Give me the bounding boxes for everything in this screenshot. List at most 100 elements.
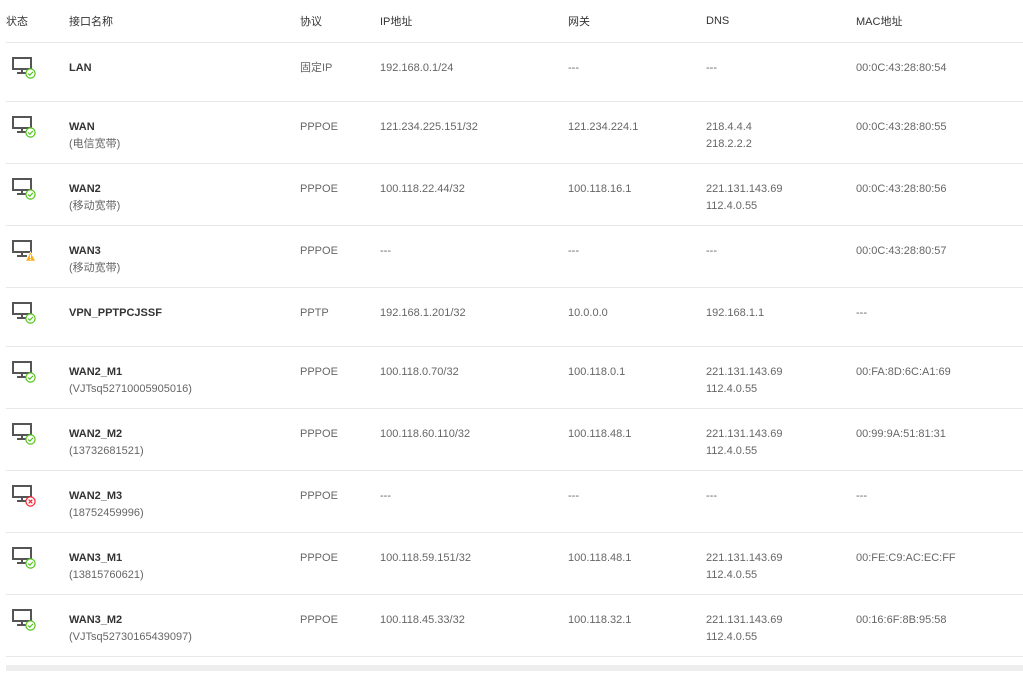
interface-name-cell: WAN2_M2 (13732681521) <box>69 408 300 470</box>
check-circle-icon <box>25 126 36 138</box>
header-name: 接口名称 <box>69 0 300 43</box>
table-row[interactable]: WAN2_M3 (18752459996) PPPOE --- --- --- --- <box>6 470 1023 532</box>
dns-secondary: 112.4.0.55 <box>706 199 758 212</box>
header-gateway: 网关 <box>568 0 706 43</box>
dns-primary: 221.131.143.69 <box>706 427 783 440</box>
interface-name-cell: VPN_PPTPCJSSF <box>69 287 300 346</box>
dns-cell: 221.131.143.69 112.4.0.55 <box>706 532 856 594</box>
status-cell <box>6 101 69 163</box>
gateway-cell: 121.234.224.1 <box>568 120 639 133</box>
interface-subname: (18752459996) <box>69 506 144 519</box>
ip-address-cell: 100.118.45.33/32 <box>380 613 465 626</box>
mac-address-cell: 00:0C:43:28:80:57 <box>856 244 947 257</box>
dns-secondary: 112.4.0.55 <box>706 444 758 457</box>
status-indicator <box>12 484 36 507</box>
table-row[interactable]: WAN2_M1 (VJTsq52710005905016) PPPOE 100.118… <box>6 346 1023 408</box>
protocol-cell: PPPOE <box>300 365 338 378</box>
interface-subname: (13732681521) <box>69 444 144 457</box>
protocol-cell: PPPOE <box>300 427 338 440</box>
dns-cell: 192.168.1.1 <box>706 287 856 346</box>
protocol-cell: 固定IP <box>300 61 333 74</box>
status-indicator <box>12 239 36 262</box>
dns-primary: 221.131.143.69 <box>706 182 783 195</box>
interface-name: WAN2_M1 <box>69 365 123 378</box>
mac-address-cell: 00:FE:C9:AC:EC:FF <box>856 551 956 564</box>
table-row[interactable]: VPN_PPTPCJSSF PPTP 192.168.1.201/32 10.0.0.… <box>6 287 1023 346</box>
table-row[interactable]: LAN 固定IP 192.168.0.1/24 --- --- 00:0C:43:28:8… <box>6 42 1023 101</box>
gateway-cell: 100.118.32.1 <box>568 613 632 626</box>
mac-address-cell: 00:99:9A:51:81:31 <box>856 427 946 440</box>
interface-table-panel: 状态 接口名称 协议 IP地址 网关 DNS MAC地址 LAN 固定IP 192.… <box>6 0 1023 671</box>
dns-secondary: 218.2.2.2 <box>706 137 752 150</box>
ip-address-cell: 100.118.0.70/32 <box>380 365 459 378</box>
status-cell <box>6 163 69 225</box>
check-circle-icon <box>25 433 36 445</box>
dns-cell: --- <box>706 42 856 101</box>
status-cell <box>6 42 69 101</box>
protocol-cell: PPPOE <box>300 613 338 626</box>
interface-subname: (VJTsq52710005905016) <box>69 382 192 395</box>
mac-address-cell: 00:0C:43:28:80:56 <box>856 182 947 195</box>
dns-secondary: 112.4.0.55 <box>706 568 758 581</box>
table-row[interactable]: WAN3_M1 (13815760621) PPPOE 100.118.59.151/… <box>6 532 1023 594</box>
interface-name-cell: WAN2_M3 (18752459996) <box>69 470 300 532</box>
dns-secondary: 112.4.0.55 <box>706 630 758 643</box>
error-circle-icon <box>25 495 36 507</box>
table-row[interactable]: WAN2 (移动宽带) PPPOE 100.118.22.44/32 100.118.1… <box>6 163 1023 225</box>
dns-primary: 221.131.143.69 <box>706 365 783 378</box>
dns-primary: 192.168.1.1 <box>706 306 765 319</box>
gateway-cell: --- <box>568 61 579 74</box>
dns-primary: --- <box>706 61 717 74</box>
table-row[interactable]: WAN2_M2 (13732681521) PPPOE 100.118.60.110/… <box>6 408 1023 470</box>
interface-name: WAN3_M1 <box>69 551 123 564</box>
table-row[interactable]: WAN3 (移动宽带) PPPOE --- --- --- 00:0C:43:28:80:5… <box>6 225 1023 287</box>
status-indicator <box>12 608 36 631</box>
ip-address-cell: 192.168.0.1/24 <box>380 61 454 74</box>
interface-name-cell: WAN3_M1 (13815760621) <box>69 532 300 594</box>
interface-subname: (13815760621) <box>69 568 144 581</box>
header-dns: DNS <box>706 0 856 43</box>
ip-address-cell: 100.118.60.110/32 <box>380 427 471 440</box>
dns-primary: --- <box>706 489 717 502</box>
interface-name-cell: WAN2 (移动宽带) <box>69 163 300 225</box>
dns-cell: --- <box>706 225 856 287</box>
ip-address-cell: 100.118.59.151/32 <box>380 551 471 564</box>
protocol-cell: PPPOE <box>300 120 338 133</box>
table-row[interactable]: WAN (电信宽带) PPPOE 121.234.225.151/32 121.234.… <box>6 101 1023 163</box>
interface-name-cell: WAN3 (移动宽带) <box>69 225 300 287</box>
interface-name: WAN2_M3 <box>69 489 123 502</box>
status-cell <box>6 225 69 287</box>
dns-secondary: 112.4.0.55 <box>706 382 758 395</box>
header-mac: MAC地址 <box>856 0 1023 43</box>
mac-address-cell: --- <box>856 306 867 319</box>
header-status: 状态 <box>6 0 69 43</box>
check-circle-icon <box>25 312 36 324</box>
status-indicator <box>12 422 36 445</box>
status-indicator <box>12 546 36 569</box>
header-protocol: 协议 <box>300 0 380 43</box>
gateway-cell: 10.0.0.0 <box>568 306 608 319</box>
dns-cell: --- <box>706 470 856 532</box>
dns-cell: 221.131.143.69 112.4.0.55 <box>706 594 856 656</box>
gateway-cell: 100.118.0.1 <box>568 365 626 378</box>
gateway-cell: --- <box>568 244 579 257</box>
mac-address-cell: 00:0C:43:28:80:55 <box>856 120 947 133</box>
dns-cell: 218.4.4.4 218.2.2.2 <box>706 101 856 163</box>
protocol-cell: PPTP <box>300 306 329 319</box>
interface-name: WAN <box>69 120 95 133</box>
interface-subname: (移动宽带) <box>69 261 121 274</box>
protocol-cell: PPPOE <box>300 182 338 195</box>
mac-address-cell: --- <box>856 489 867 502</box>
status-indicator <box>12 301 36 324</box>
check-circle-icon <box>25 67 36 79</box>
status-cell <box>6 470 69 532</box>
warning-triangle-icon <box>25 250 36 261</box>
protocol-cell: PPPOE <box>300 489 338 502</box>
interface-name: WAN3_M2 <box>69 613 123 626</box>
table-row[interactable]: WAN3_M2 (VJTsq52730165439097) PPPOE 100.118… <box>6 594 1023 656</box>
status-cell <box>6 408 69 470</box>
gateway-cell: --- <box>568 489 579 502</box>
gateway-cell: 100.118.48.1 <box>568 427 632 440</box>
interface-subname: (移动宽带) <box>69 199 121 212</box>
interface-name: WAN3 <box>69 244 101 257</box>
